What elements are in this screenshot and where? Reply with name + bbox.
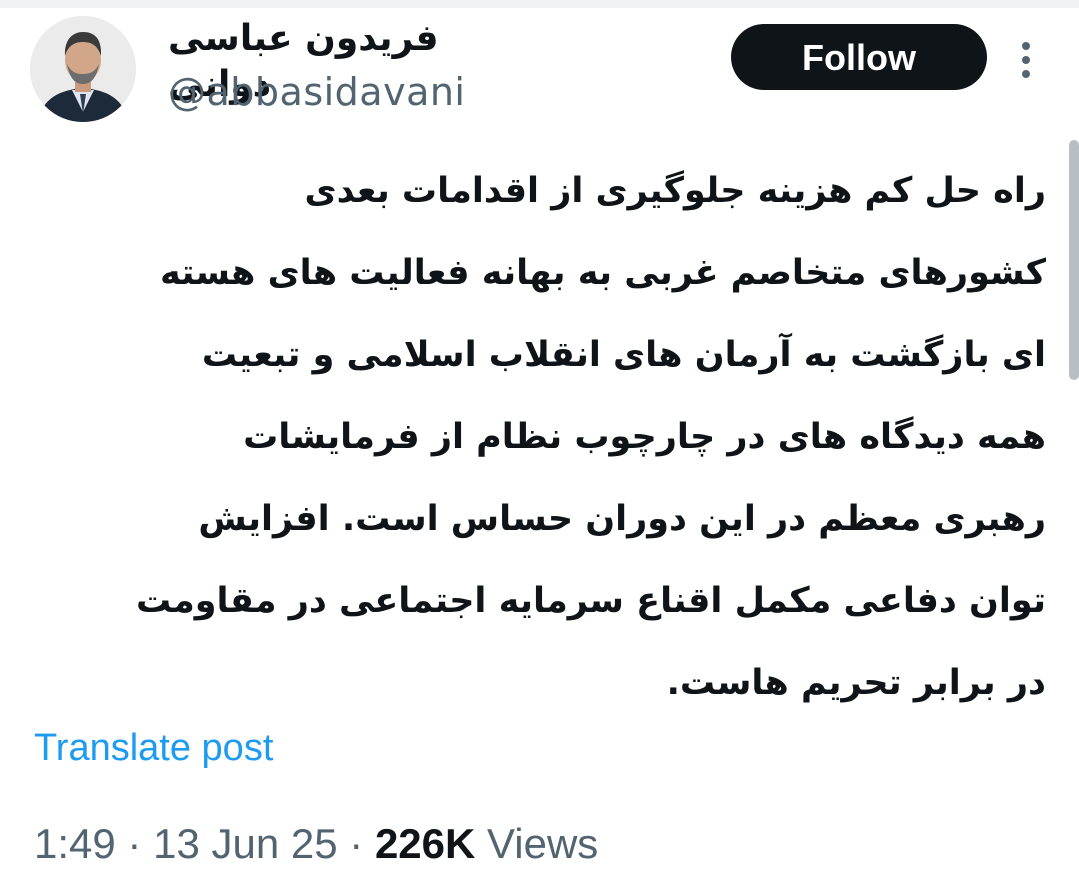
tweet-line: راه حل کم هزینه جلوگیری از اقدامات بعدی bbox=[304, 171, 1046, 211]
tweet-line: توان دفاعی مکمل اقناع سرمایه اجتماعی در … bbox=[136, 581, 1046, 621]
avatar[interactable] bbox=[30, 16, 136, 122]
views-count: 226K bbox=[374, 820, 476, 867]
tweet-text: راه حل کم هزینه جلوگیری از اقدامات بعدی … bbox=[28, 150, 1046, 724]
tweet-line: همه دیدگاه های در چارچوب نظام از فرمایشا… bbox=[243, 417, 1046, 457]
tweet-line: ای بازگشت به آرمان های انقلاب اسلامی و ت… bbox=[201, 335, 1046, 375]
more-horizontal-icon[interactable] bbox=[1014, 40, 1038, 80]
tweet-line: رهبری معظم در این دوران حساس است. افزایش bbox=[198, 499, 1046, 539]
tweet-date[interactable]: 13 Jun 25 bbox=[153, 820, 338, 867]
author-handle[interactable]: @abbasidavani bbox=[168, 68, 466, 116]
translate-post-link[interactable]: Translate post bbox=[34, 724, 273, 772]
follow-button[interactable]: Follow bbox=[731, 24, 987, 90]
tweet-meta: 1:49 · 13 Jun 25 · 226K Views bbox=[34, 818, 598, 870]
avatar-image bbox=[30, 16, 136, 122]
tweet-time[interactable]: 1:49 bbox=[34, 820, 116, 867]
top-divider bbox=[0, 0, 1079, 8]
meta-separator: · bbox=[127, 820, 142, 867]
views-label: Views bbox=[487, 820, 599, 867]
meta-separator: · bbox=[349, 820, 364, 867]
scrollbar-thumb[interactable] bbox=[1069, 140, 1079, 380]
tweet-line: کشورهای متخاصم غربی به بهانه فعالیت های … bbox=[160, 253, 1046, 293]
tweet-line: در برابر تحریم هاست. bbox=[666, 663, 1046, 703]
